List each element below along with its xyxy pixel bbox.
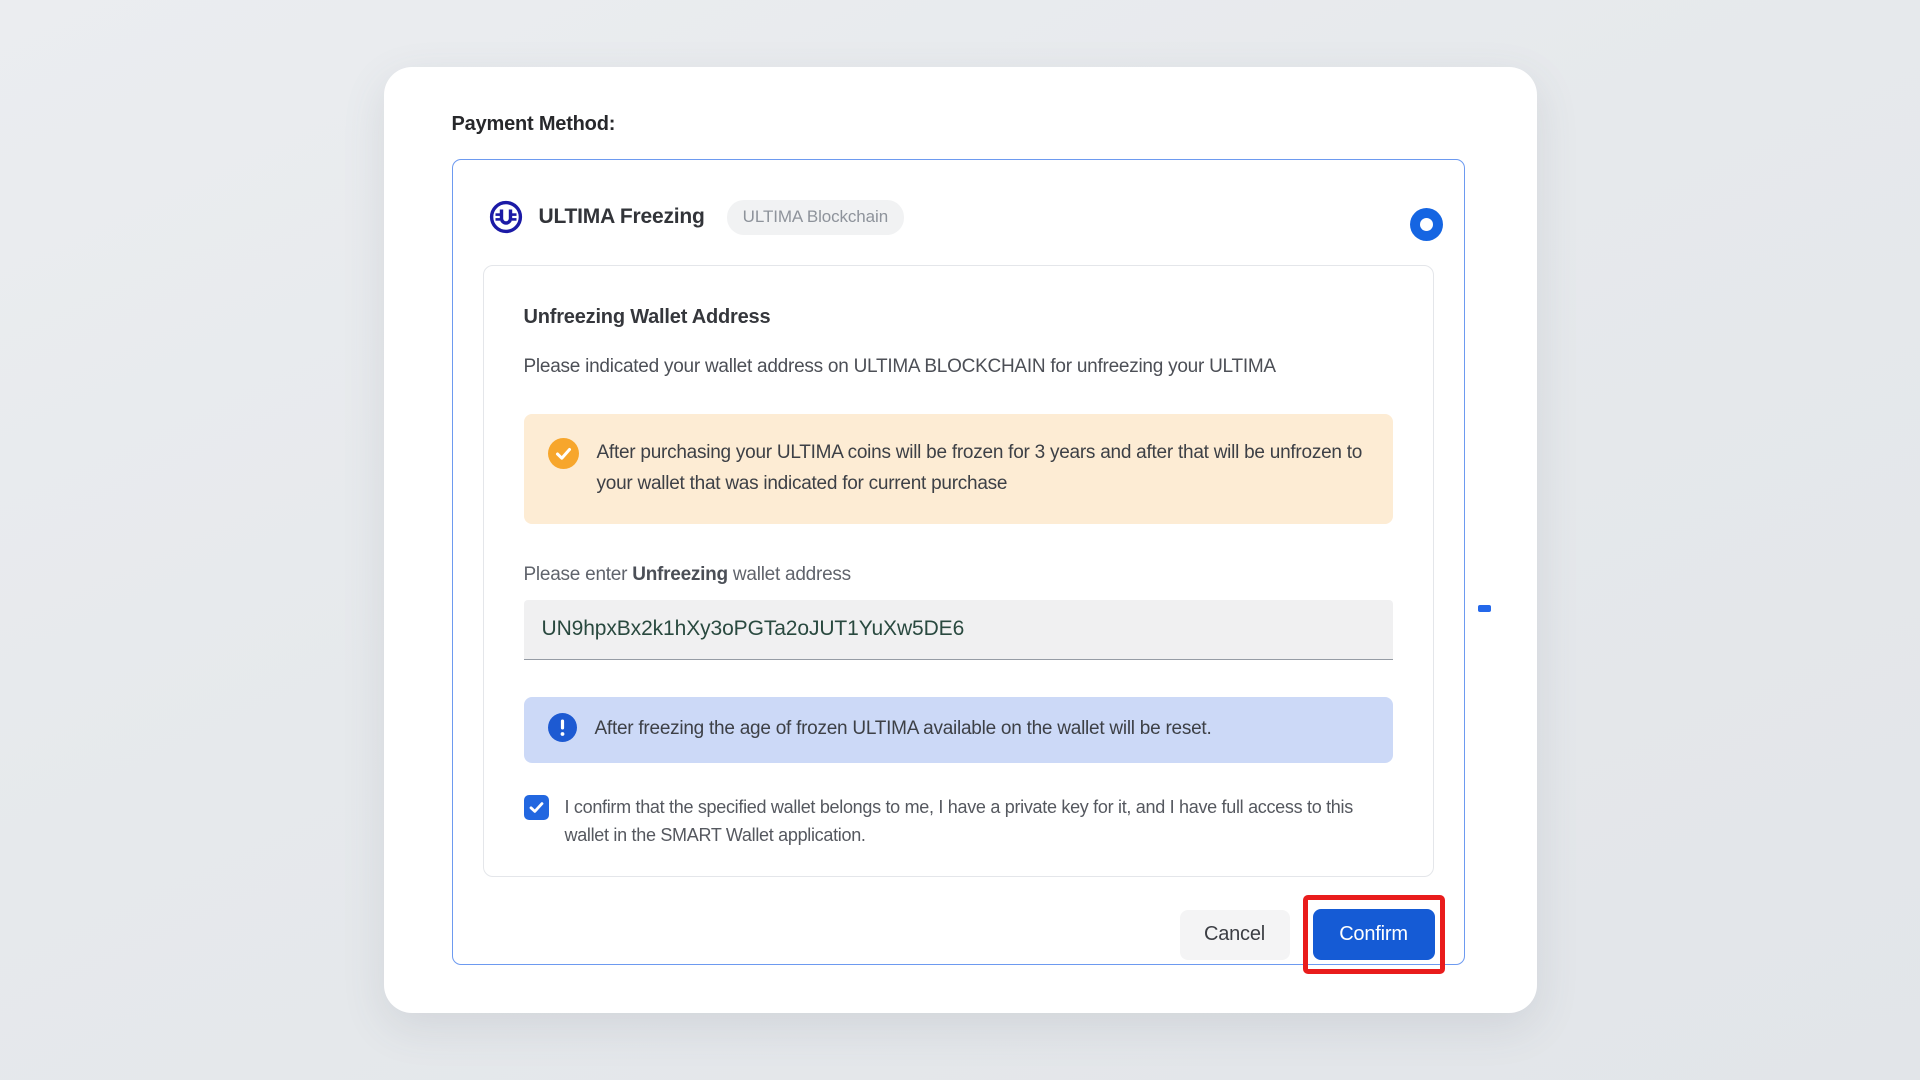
blockchain-badge: ULTIMA Blockchain (727, 200, 904, 235)
footer-actions: Cancel Confirm (483, 895, 1434, 974)
side-dash-marker (1478, 605, 1491, 612)
ultima-coin-logo-icon (489, 200, 523, 234)
label-bold: Unfreezing (632, 564, 728, 585)
info-note: After freezing the age of frozen ULTIMA … (524, 697, 1393, 763)
check-circle-icon (548, 438, 579, 474)
unfreezing-panel: Unfreezing Wallet Address Please indicat… (483, 265, 1434, 877)
label-suffix: wallet address (728, 564, 851, 585)
wallet-address-input[interactable] (524, 600, 1393, 660)
panel-subheading: Please indicated your wallet address on … (524, 356, 1393, 378)
wallet-input-label: Please enter Unfreezing wallet address (524, 564, 1393, 586)
panel-heading: Unfreezing Wallet Address (524, 306, 1393, 329)
warning-note: After purchasing your ULTIMA coins will … (524, 414, 1393, 524)
page-title: Payment Method: (452, 113, 1469, 136)
payment-method-radio[interactable] (1410, 208, 1443, 241)
payment-method-card[interactable]: ULTIMA Freezing ULTIMA Blockchain Unfree… (452, 159, 1465, 965)
payment-modal: Payment Method: ULTIMA Freezing ULTIMA B… (384, 67, 1537, 1013)
cancel-button[interactable]: Cancel (1180, 910, 1290, 960)
annotation-highlight: Confirm (1303, 895, 1445, 974)
payment-method-header: ULTIMA Freezing ULTIMA Blockchain (483, 200, 1434, 234)
radio-hole (1420, 218, 1433, 231)
info-note-text: After freezing the age of frozen ULTIMA … (595, 717, 1212, 742)
confirm-checkbox[interactable] (524, 795, 549, 820)
confirm-button[interactable]: Confirm (1313, 909, 1435, 960)
info-circle-icon (548, 713, 577, 747)
confirm-checkbox-label: I confirm that the specified wallet belo… (565, 793, 1393, 851)
label-prefix: Please enter (524, 564, 633, 585)
warning-note-text: After purchasing your ULTIMA coins will … (597, 438, 1373, 500)
payment-method-name: ULTIMA Freezing (539, 205, 705, 229)
confirm-row: I confirm that the specified wallet belo… (524, 793, 1393, 851)
